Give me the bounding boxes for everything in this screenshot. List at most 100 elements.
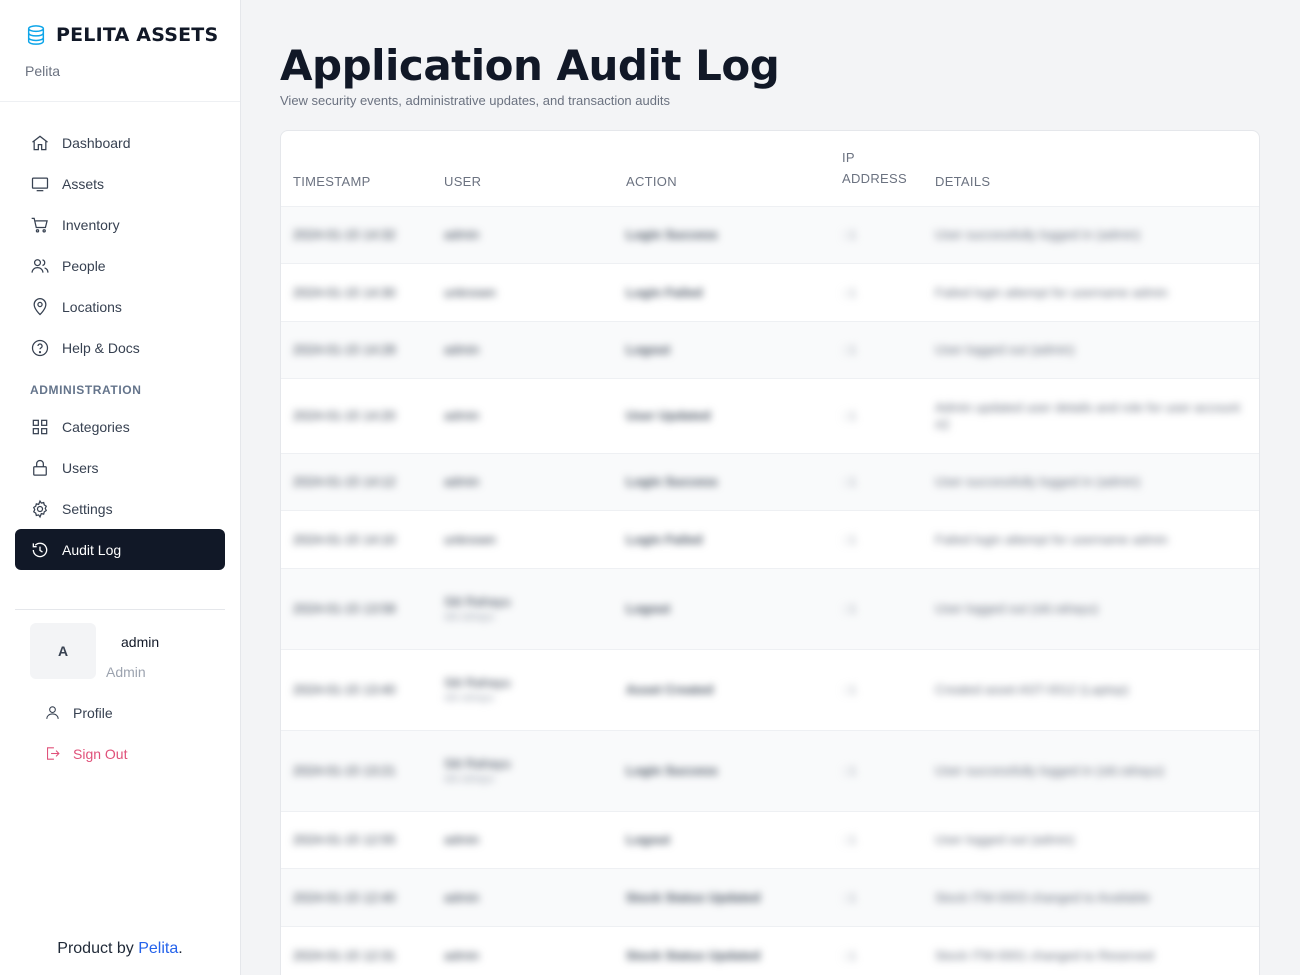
action-text: Logout xyxy=(626,832,671,847)
user-text: admin xyxy=(444,342,480,357)
column-header-timestamp[interactable]: TIMESTAMP xyxy=(281,131,432,207)
user-text: Siti Rahayu xyxy=(444,675,511,690)
ip-text: ::1 xyxy=(842,474,857,489)
cell-details: User successfully logged in (siti.rahayu… xyxy=(923,730,1259,812)
nav-label: Assets xyxy=(62,175,105,192)
sign-out-link[interactable]: Sign Out xyxy=(44,745,127,762)
table-row[interactable]: 2024-01-15 14:20 admin User Updated::1 Admi… xyxy=(281,378,1259,454)
details-text: Created asset AST-0012 (Laptop) xyxy=(935,682,1129,697)
table-row[interactable]: 2024-01-15 14:30 unknown Login Failed::1 Fa… xyxy=(281,263,1259,322)
cell-ip: ::1 xyxy=(830,510,923,569)
nav-item-locations[interactable]: Locations xyxy=(15,286,225,327)
cell-action: Login Success xyxy=(614,730,830,812)
action-text: Stock Status Updated xyxy=(626,947,761,963)
nav-item-audit-log[interactable]: Audit Log xyxy=(15,529,225,570)
column-header-action[interactable]: ACTION xyxy=(614,131,830,207)
lock-icon xyxy=(33,459,47,476)
brand[interactable]: PELITA ASSETS xyxy=(25,24,218,46)
details-text: User logged out (admin) xyxy=(935,832,1075,847)
cell-action: Login Failed xyxy=(614,510,830,569)
user-name: admin xyxy=(121,634,160,650)
nav-item-users[interactable]: Users xyxy=(15,447,225,488)
nav-item-help[interactable]: Help & Docs xyxy=(15,327,225,368)
brand-subtitle: Pelita xyxy=(25,63,61,79)
action-text: Logout xyxy=(626,342,671,357)
cell-ip: ::1 xyxy=(830,206,923,264)
table-row[interactable]: 2024-01-15 12:31 admin Stock Status Update… xyxy=(281,926,1259,975)
table-row[interactable]: 2024-01-15 14:28 admin Logout::1 User logge… xyxy=(281,321,1259,379)
table-row[interactable]: 2024-01-15 14:12 admin Login Success::1 Use… xyxy=(281,453,1259,511)
profile-label: Profile xyxy=(73,704,113,721)
column-header-user[interactable]: USER xyxy=(432,131,614,207)
history-icon xyxy=(32,542,48,557)
cell-ip: ::1 xyxy=(830,730,923,812)
nav-item-settings[interactable]: Settings xyxy=(15,488,225,529)
divider xyxy=(15,609,225,610)
details-text: User successfully logged in (admin) xyxy=(935,474,1141,489)
users-icon xyxy=(31,258,49,273)
timestamp-text: 2024-01-15 14:30 xyxy=(293,284,396,300)
nav-item-dashboard[interactable]: Dashboard xyxy=(15,122,225,163)
action-text: Login Success xyxy=(626,763,718,778)
table-row[interactable]: 2024-01-15 13:58 Siti Rahayu siti.rahayu Lo… xyxy=(281,568,1259,650)
cell-user: Siti Rahayu siti.rahayu xyxy=(432,649,614,731)
user-role: Admin xyxy=(106,664,146,680)
nav-item-inventory[interactable]: Inventory xyxy=(15,204,225,245)
user-text: admin xyxy=(444,227,480,242)
footer-prefix: Product by xyxy=(57,940,139,957)
table-row[interactable]: 2024-01-15 13:21 Siti Rahayu siti.rahayu Lo… xyxy=(281,730,1259,812)
cell-timestamp: 2024-01-15 14:12 xyxy=(281,453,432,511)
cell-ip: ::1 xyxy=(830,649,923,731)
table-row[interactable]: 2024-01-15 14:32 admin Login Success::1 Use… xyxy=(281,206,1259,264)
ip-text: ::1 xyxy=(842,531,857,547)
details-text: Failed login attempt for username admin xyxy=(935,531,1168,547)
cell-details: User successfully logged in (admin) xyxy=(923,206,1259,264)
cell-ip: ::1 xyxy=(830,378,923,454)
table-row[interactable]: 2024-01-15 12:55 admin Logout::1 User logge… xyxy=(281,811,1259,869)
footer-link[interactable]: Pelita xyxy=(138,940,178,957)
page-subtitle: View security events, administrative upd… xyxy=(280,93,670,108)
action-text: Login Success xyxy=(626,474,718,489)
database-icon xyxy=(27,25,45,45)
column-header-ip-address[interactable]: IP ADDRESS xyxy=(830,131,923,207)
table-row[interactable]: 2024-01-15 14:10 unknown Login Failed::1 Fa… xyxy=(281,510,1259,569)
gear-icon xyxy=(32,499,48,518)
nav-item-assets[interactable]: Assets xyxy=(15,163,225,204)
nav-item-people[interactable]: People xyxy=(15,245,225,286)
user-subtext: siti.rahayu xyxy=(444,611,495,623)
avatar[interactable]: A xyxy=(30,623,96,679)
cell-user: admin xyxy=(432,868,614,927)
brand-title: PELITA ASSETS xyxy=(56,24,219,46)
cell-timestamp: 2024-01-15 13:40 xyxy=(281,649,432,731)
table-row[interactable]: 2024-01-15 13:40 Siti Rahayu siti.rahayu As… xyxy=(281,649,1259,731)
action-text: Login Failed xyxy=(626,284,703,300)
details-text: Admin updated user details and role for … xyxy=(935,399,1240,432)
cell-action: Stock Status Updated xyxy=(614,868,830,927)
timestamp-text: 2024-01-15 14:12 xyxy=(293,474,396,489)
profile-link[interactable]: Profile xyxy=(44,704,113,721)
sidebar: PELITA ASSETS Pelita Dashboard Assets In… xyxy=(0,0,241,975)
cell-action: Stock Status Updated xyxy=(614,926,830,975)
cell-details: Admin updated user details and role for … xyxy=(923,378,1259,454)
table-row[interactable]: 2024-01-15 12:40 admin Stock Status Update… xyxy=(281,868,1259,927)
ip-text: ::1 xyxy=(842,284,857,300)
details-text: Stock ITM-0001 changed to Reserved xyxy=(935,947,1154,963)
cell-timestamp: 2024-01-15 12:55 xyxy=(281,811,432,869)
user-text: admin xyxy=(444,474,480,489)
timestamp-text: 2024-01-15 14:28 xyxy=(293,342,396,357)
user-subtext: siti.rahayu xyxy=(444,692,495,704)
user-text: Siti Rahayu xyxy=(444,594,511,609)
cell-timestamp: 2024-01-15 14:32 xyxy=(281,206,432,264)
cell-user: admin xyxy=(432,321,614,379)
timestamp-text: 2024-01-15 14:20 xyxy=(293,408,396,423)
cell-user: unknown xyxy=(432,510,614,569)
nav-item-categories[interactable]: Categories xyxy=(15,406,225,447)
main-content: Application Audit Log View security even… xyxy=(241,0,1300,975)
nav-label: Inventory xyxy=(62,216,120,233)
monitor-icon xyxy=(31,177,49,191)
cell-timestamp: 2024-01-15 14:28 xyxy=(281,321,432,379)
ip-text: ::1 xyxy=(842,227,857,242)
column-header-details[interactable]: DETAILS xyxy=(923,131,1259,207)
nav-label: Audit Log xyxy=(62,541,122,558)
cell-action: Login Success xyxy=(614,453,830,511)
